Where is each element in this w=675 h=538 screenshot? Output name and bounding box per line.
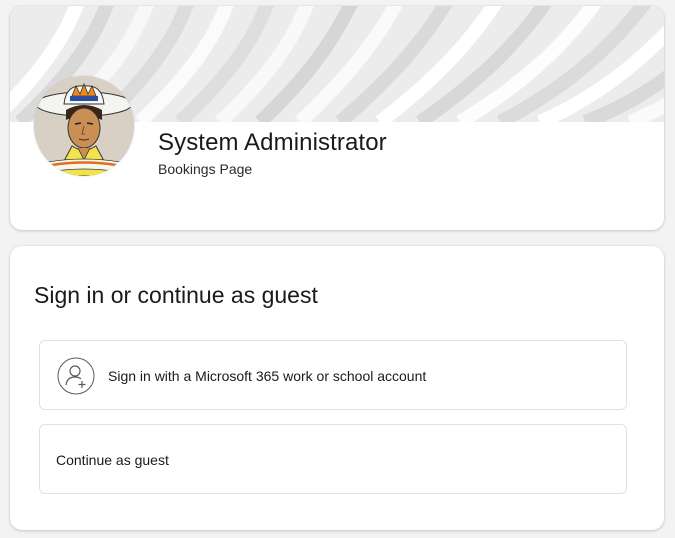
page-subtitle: Bookings Page (158, 161, 253, 177)
signin-card: Sign in or continue as guest Sign in wit… (10, 246, 664, 530)
person-add-icon (57, 357, 95, 395)
header-card: System Administrator Bookings Page (10, 6, 664, 230)
avatar (34, 76, 134, 176)
continue-as-guest-label: Continue as guest (56, 452, 169, 468)
page-title: System Administrator (158, 129, 387, 156)
continue-as-guest-button[interactable]: Continue as guest (39, 424, 627, 494)
microsoft-signin-button[interactable]: Sign in with a Microsoft 365 work or sch… (39, 340, 627, 410)
microsoft-signin-label: Sign in with a Microsoft 365 work or sch… (108, 368, 427, 384)
avatar-illustration (34, 76, 134, 176)
signin-heading: Sign in or continue as guest (34, 282, 318, 308)
